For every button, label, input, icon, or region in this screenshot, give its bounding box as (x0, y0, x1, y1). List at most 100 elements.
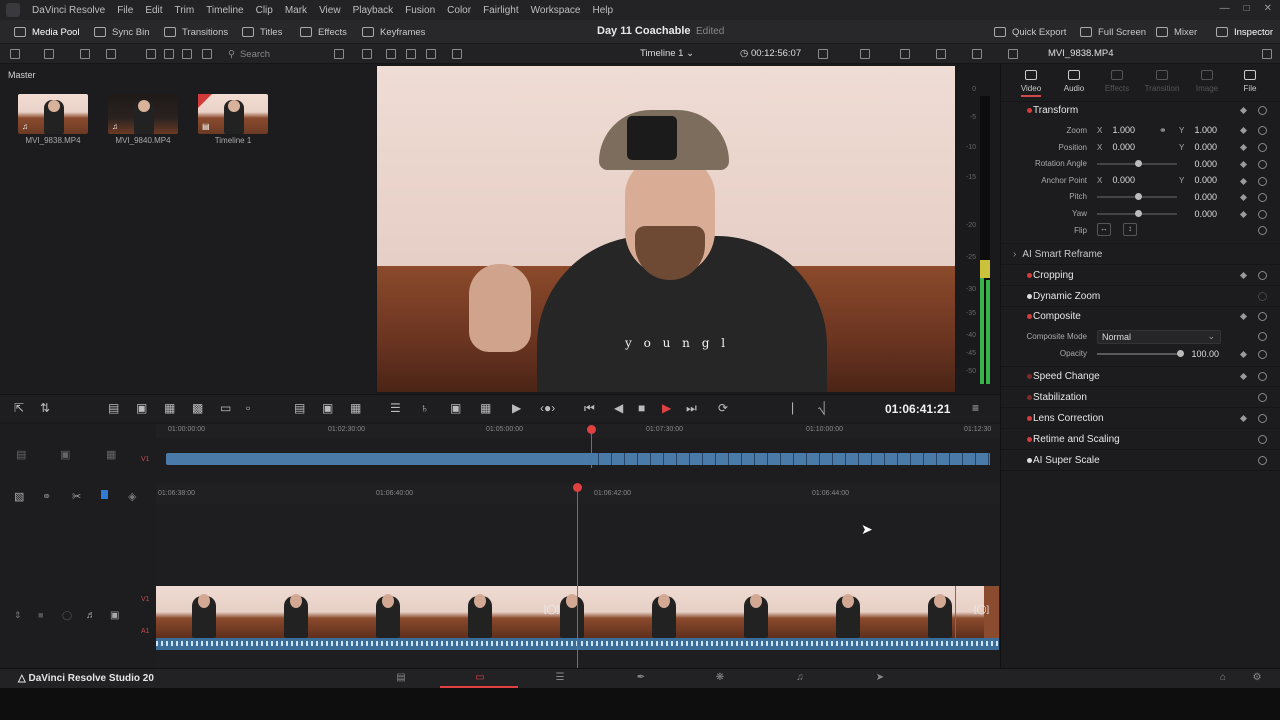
mark-in-icon[interactable]: ⎸ (792, 401, 804, 416)
keyframe-diamond-icon[interactable] (1239, 193, 1248, 202)
transition-marker-icon[interactable]: [◯] (544, 604, 559, 615)
snapping-icon[interactable]: ▧ (14, 490, 24, 503)
timeline-option-icon[interactable]: ▦ (106, 448, 116, 461)
menu-color[interactable]: Color (441, 5, 477, 16)
replace-clip-icon[interactable]: ▦ (164, 401, 175, 415)
append-icon[interactable]: ▭ (220, 401, 231, 415)
loop-icon[interactable]: ⟳ (718, 401, 728, 415)
marker-flag-icon[interactable] (101, 490, 108, 499)
bypass-icon[interactable] (936, 49, 946, 59)
cut-page-icon[interactable]: ▭ (473, 672, 487, 685)
enabled-dot[interactable] (1027, 458, 1032, 463)
minimize-icon[interactable]: — (1220, 3, 1230, 14)
lock-icon[interactable]: ■ (38, 610, 43, 620)
enabled-dot[interactable] (1027, 294, 1032, 299)
reset-icon[interactable] (1258, 193, 1267, 202)
media-page-icon[interactable]: ▤ (394, 672, 408, 685)
reset-icon[interactable] (1258, 414, 1267, 423)
reset-icon[interactable] (1258, 143, 1267, 152)
keyframe-diamond-icon[interactable] (1239, 312, 1248, 321)
viewer-zoom-icon[interactable] (426, 49, 436, 59)
microphone-icon[interactable]: ♄ (420, 401, 429, 415)
tab-transition[interactable]: Transition (1142, 68, 1182, 93)
media-pool-button[interactable]: Media Pool (14, 20, 80, 44)
mini-timeline-ruler[interactable]: 01:00:00:00 01:02:30:00 01:05:00:00 01:0… (156, 424, 1000, 438)
reset-icon[interactable] (1258, 435, 1267, 444)
tab-effects[interactable]: Effects (1097, 68, 1137, 93)
keyframe-diamond-icon[interactable] (1239, 126, 1248, 135)
reverse-icon[interactable]: ◀ (614, 401, 623, 415)
reset-icon[interactable] (1258, 292, 1267, 301)
position-x-field[interactable]: 0.000 (1095, 142, 1135, 152)
fine-adjust-icon[interactable]: ☰ (390, 401, 401, 415)
rotation-slider[interactable] (1097, 160, 1177, 167)
quick-export-button[interactable]: Quick Export (994, 20, 1066, 44)
menu-fairlight[interactable]: Fairlight (477, 5, 525, 16)
menu-trim[interactable]: Trim (169, 5, 201, 16)
freeze-frame-icon[interactable]: ▣ (322, 401, 333, 415)
reset-icon[interactable] (1258, 372, 1267, 381)
opacity-slider[interactable] (1097, 350, 1184, 357)
enabled-dot[interactable] (1027, 395, 1032, 400)
reset-icon[interactable] (1258, 177, 1267, 186)
inspector-button[interactable]: Inspector (1216, 20, 1273, 44)
reset-icon[interactable] (1258, 210, 1267, 219)
slider-knob[interactable] (1135, 160, 1142, 167)
tab-audio[interactable]: Audio (1054, 68, 1094, 93)
transform-section-header[interactable]: Transform (1027, 105, 1078, 116)
search-input[interactable]: ⚲ Search (228, 47, 338, 61)
insert-clip-icon[interactable]: ▤ (108, 401, 119, 415)
stop-icon[interactable]: ■ (638, 401, 645, 415)
menu-edit[interactable]: Edit (139, 5, 168, 16)
reset-icon[interactable] (1258, 456, 1267, 465)
reset-icon[interactable] (1258, 271, 1267, 280)
viewer-layout-icon[interactable] (406, 49, 416, 59)
unlink-icon[interactable] (106, 49, 116, 59)
dynamic-zoom-section-header[interactable]: Dynamic Zoom (1027, 291, 1100, 302)
yaw-field[interactable]: 0.000 (1177, 209, 1217, 219)
deliver-page-icon[interactable]: ➤ (873, 672, 887, 685)
menu-help[interactable]: Help (586, 5, 619, 16)
reset-icon[interactable] (1258, 160, 1267, 169)
close-icon[interactable]: ✕ (1264, 3, 1272, 14)
menu-workspace[interactable]: Workspace (525, 5, 587, 16)
pitch-slider[interactable] (1097, 193, 1177, 200)
playhead[interactable] (577, 490, 578, 668)
reset-icon[interactable] (1258, 126, 1267, 135)
list-view-icon[interactable] (146, 49, 156, 59)
strip-view-icon[interactable] (182, 49, 192, 59)
rotation-field[interactable]: 0.000 (1177, 159, 1217, 169)
menu-clip[interactable]: Clip (250, 5, 279, 16)
trim-tool-icon[interactable]: ⇅ (40, 401, 50, 415)
reset-icon[interactable] (1258, 226, 1267, 235)
mini-playhead-head[interactable] (587, 425, 596, 434)
keyframe-diamond-icon[interactable] (1239, 160, 1248, 169)
transition-marker-icon[interactable]: [◯] (974, 604, 989, 615)
zoom-x-field[interactable]: 1.000 (1095, 125, 1135, 135)
link-icon[interactable] (80, 49, 90, 59)
overwrite-clip-icon[interactable]: ▣ (136, 401, 147, 415)
viewer-safe-icon[interactable] (452, 49, 462, 59)
composite-mode-dropdown[interactable]: Normal ⌄ (1097, 330, 1221, 344)
grid-view-icon[interactable] (164, 49, 174, 59)
tab-file[interactable]: File (1230, 68, 1270, 93)
mini-playhead[interactable] (591, 428, 592, 468)
viewer-mode-icon[interactable] (386, 49, 396, 59)
zoom-timeline-icon[interactable]: ◈ (128, 490, 136, 503)
enabled-dot[interactable] (1027, 416, 1032, 421)
ai-smart-reframe-header[interactable]: › AI Smart Reframe (1013, 249, 1102, 260)
super-scale-section-header[interactable]: AI Super Scale (1027, 455, 1100, 466)
keyframe-diamond-icon[interactable] (1239, 414, 1248, 423)
sort-icon[interactable] (334, 49, 344, 59)
menu-view[interactable]: View (313, 5, 347, 16)
mini-timeline-clip[interactable] (166, 453, 990, 465)
go-to-start-icon[interactable]: ⏮ (584, 401, 595, 416)
keyframe-diamond-icon[interactable] (1239, 372, 1248, 381)
menu-timeline[interactable]: Timeline (200, 5, 249, 16)
anchor-x-field[interactable]: 0.000 (1095, 175, 1135, 185)
zoom-y-field[interactable]: 1.000 (1177, 125, 1217, 135)
overlay-icon[interactable] (860, 49, 870, 59)
keyframe-diamond-icon[interactable] (1239, 177, 1248, 186)
sync-bin-button[interactable]: Sync Bin (94, 20, 150, 44)
reset-icon[interactable] (1258, 106, 1267, 115)
